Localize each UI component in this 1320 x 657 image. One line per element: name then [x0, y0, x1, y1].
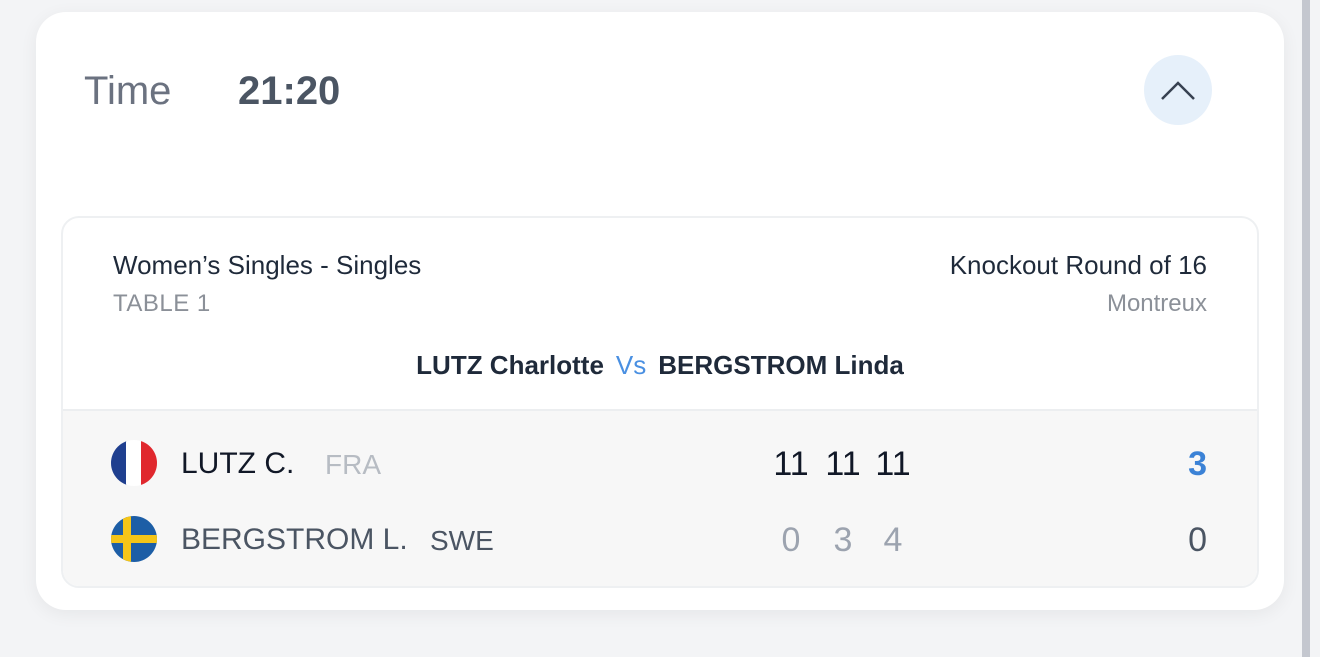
table-number: TABLE 1	[113, 290, 211, 317]
game-score: 4	[883, 521, 903, 559]
game-score: 11	[875, 445, 911, 483]
game-score: 11	[773, 445, 809, 483]
game-score: 3	[833, 521, 853, 559]
match-card[interactable]: Women’s Singles - Singles TABLE 1 Knocko…	[61, 216, 1259, 588]
player2-full-name: BERGSTROM Linda	[658, 350, 904, 380]
france-flag-icon	[111, 440, 157, 486]
round-name: Knockout Round of 16	[949, 250, 1207, 280]
collapse-button[interactable]	[1144, 55, 1212, 125]
player-country: SWE	[430, 525, 494, 556]
event-name: Women’s Singles - Singles	[113, 250, 422, 280]
player-name: LUTZ C.	[181, 447, 295, 480]
player1-full-name: LUTZ Charlotte	[416, 350, 604, 380]
player-country: FRA	[325, 449, 381, 480]
match-header: Women’s Singles - Singles TABLE 1 Knocko…	[63, 218, 1257, 410]
venue-name: Montreux	[1106, 290, 1207, 317]
time-label: Time	[84, 68, 172, 113]
chevron-up-icon	[1161, 81, 1195, 100]
scrollbar[interactable]	[1302, 0, 1310, 657]
game-score: 11	[825, 445, 861, 483]
match-total: 0	[1188, 521, 1207, 559]
match-total: 3	[1188, 445, 1207, 483]
time-value: 21:20	[238, 68, 341, 113]
game-score: 0	[781, 521, 801, 559]
scoreboard: LUTZ C. FRA 11 11 11 3 BERGSTROM L. SWE …	[63, 411, 1257, 586]
player-row: LUTZ C. FRA 11 11 11 3	[63, 433, 1257, 493]
player-name: BERGSTROM L.	[181, 523, 408, 556]
sweden-flag-icon	[111, 516, 157, 562]
vs-label: Vs	[615, 350, 647, 380]
versus-line: LUTZ Charlotte Vs BERGSTROM Linda	[63, 350, 1257, 381]
time-row: Time 21:20	[84, 66, 340, 116]
player-row: BERGSTROM L. SWE 0 3 4 0	[63, 509, 1257, 569]
